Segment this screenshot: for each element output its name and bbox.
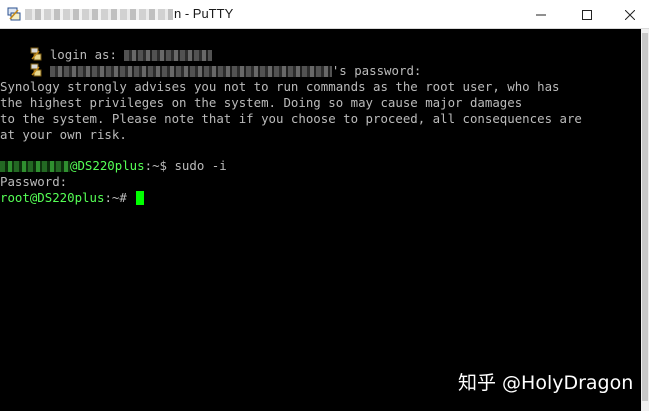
root-host: root@DS220plus (0, 190, 105, 205)
sudo-command: :~$ sudo -i (144, 158, 227, 173)
root-prompt-line: root@DS220plus:~# (0, 190, 145, 206)
warning-line: Synology strongly advises you not to run… (0, 79, 560, 94)
terminal-screen[interactable]: login as: 's password: Synology strongly… (0, 29, 641, 411)
scroll-thumb[interactable] (642, 33, 648, 401)
password-prompt: 's password: (331, 63, 422, 78)
window-title: n - PuTTY (174, 6, 234, 21)
redacted-host-title (25, 9, 173, 20)
vertical-scrollbar[interactable] (641, 29, 649, 411)
text-cursor (136, 191, 145, 205)
key-icon (30, 63, 42, 77)
user-host: @DS220plus (70, 158, 145, 173)
maximize-button[interactable] (564, 0, 610, 29)
maximize-icon (582, 9, 592, 20)
warning-line: the highest privileges on the system. Do… (0, 95, 523, 110)
root-prompt: :~# (104, 190, 127, 205)
close-icon (624, 9, 635, 20)
minimize-button[interactable] (518, 0, 564, 29)
password-line: Password: (0, 174, 68, 189)
redacted-user-host (49, 66, 332, 77)
password-prompt-line: 's password: (0, 47, 421, 78)
warning-line: to the system. Please note that if you c… (0, 111, 582, 126)
title-bar: n - PuTTY (0, 0, 649, 29)
sudo-command-line: @DS220plus:~$ sudo -i (0, 158, 227, 174)
minimize-icon (536, 14, 546, 15)
close-button[interactable] (610, 0, 649, 29)
login-line: login as: (0, 31, 213, 62)
warning-line: at your own risk. (0, 127, 127, 142)
putty-icon (7, 7, 21, 21)
redacted-user (0, 161, 70, 172)
watermark: 知乎 @HolyDragon (458, 372, 634, 394)
